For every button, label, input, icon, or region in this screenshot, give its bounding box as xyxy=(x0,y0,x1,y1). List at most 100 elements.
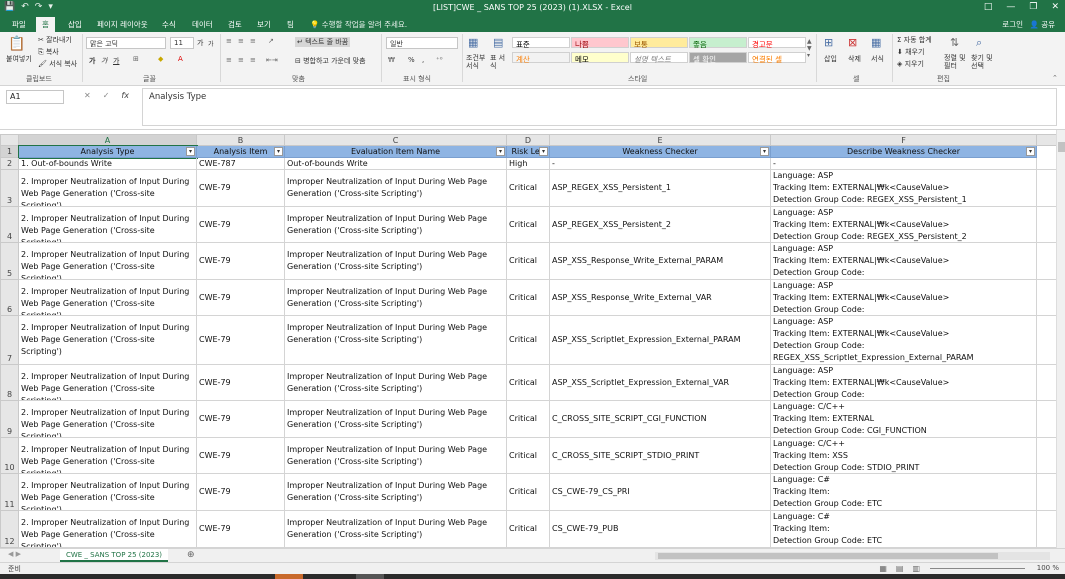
restore-icon[interactable]: ❐ xyxy=(1029,2,1037,12)
table-cell[interactable]: Improper Neutralization of Input During … xyxy=(285,438,507,474)
row-header[interactable]: 6 xyxy=(0,280,19,316)
table-cell[interactable]: Critical xyxy=(507,401,550,438)
row-header[interactable]: 5 xyxy=(0,243,19,280)
delete-cells-icon[interactable]: ⊠ xyxy=(848,36,857,49)
table-cell[interactable]: Critical xyxy=(507,438,550,474)
row-header[interactable]: 12 xyxy=(0,511,19,548)
fill-button[interactable]: ⬇ 채우기 xyxy=(897,47,924,57)
header-cell[interactable]: Risk Lev ▾ xyxy=(507,146,550,158)
border-icon[interactable]: ⊞ xyxy=(133,55,139,63)
font-color-icon[interactable]: A xyxy=(178,55,183,63)
tab-home[interactable]: 홈 xyxy=(36,17,55,32)
ribbon-display-icon[interactable]: □ xyxy=(984,2,993,12)
header-cell[interactable]: Weakness Checker ▾ xyxy=(550,146,771,158)
horizontal-scroll-thumb[interactable] xyxy=(658,553,998,559)
table-cell[interactable]: Language: ASP Tracking Item: EXTERNAL|₩k… xyxy=(771,207,1037,243)
table-cell[interactable]: Critical xyxy=(507,170,550,207)
currency-icon[interactable]: ₩ xyxy=(388,56,395,64)
sort-filter-button[interactable]: 정렬 및 필터 xyxy=(944,54,968,70)
table-cell[interactable]: - xyxy=(771,158,1037,170)
table-cell[interactable]: 2. Improper Neutralization of Input Duri… xyxy=(19,280,197,316)
row-header[interactable]: 2 xyxy=(0,158,19,170)
tab-team[interactable]: 팀 xyxy=(287,19,294,30)
table-cell[interactable]: 2. Improper Neutralization of Input Duri… xyxy=(19,511,197,548)
vertical-scrollbar[interactable] xyxy=(1056,130,1065,548)
filter-dropdown-icon[interactable]: ▾ xyxy=(1026,147,1035,156)
table-cell[interactable]: CWE-79 xyxy=(197,170,285,207)
horizontal-scrollbar[interactable] xyxy=(655,552,1050,560)
conditional-format-icon[interactable]: ▦ xyxy=(468,36,478,49)
fill-color-icon[interactable]: ◆ xyxy=(158,55,163,63)
sheet-nav-icon[interactable]: ◀ ▶ xyxy=(8,550,21,558)
table-cell[interactable]: CWE-79 xyxy=(197,243,285,280)
italic-button[interactable]: 가 xyxy=(101,56,107,66)
tab-page-layout[interactable]: 페이지 레이아웃 xyxy=(97,19,148,30)
table-cell[interactable]: Language: C# Tracking Item: Detection Gr… xyxy=(771,511,1037,548)
share-button[interactable]: 👤 공유 xyxy=(1029,19,1055,30)
underline-button[interactable]: 가 xyxy=(113,56,119,66)
insert-cells-button[interactable]: 삽입 xyxy=(824,54,837,64)
table-cell[interactable]: CWE-79 xyxy=(197,365,285,401)
header-cell[interactable]: Analysis Type ▾ xyxy=(18,145,198,159)
find-select-icon[interactable]: ⌕ xyxy=(976,36,982,50)
wrap-text-button[interactable]: ↵ 텍스트 줄 바꿈 xyxy=(295,37,351,47)
format-cells-icon[interactable]: ▦ xyxy=(871,36,881,49)
table-cell[interactable]: Critical xyxy=(507,511,550,548)
align-center-icon[interactable]: ≡ xyxy=(238,56,244,64)
table-cell[interactable]: C_CROSS_SITE_SCRIPT_STDIO_PRINT xyxy=(550,438,771,474)
table-cell[interactable]: Critical xyxy=(507,280,550,316)
tab-file[interactable]: 파일 xyxy=(12,19,26,30)
sort-filter-icon[interactable]: ⇅ xyxy=(950,36,959,49)
table-cell[interactable]: CWE-79 xyxy=(197,438,285,474)
paste-button[interactable]: 붙여넣기 xyxy=(6,54,32,64)
table-cell[interactable]: Improper Neutralization of Input During … xyxy=(285,280,507,316)
row-header[interactable]: 7 xyxy=(0,316,19,365)
style-linked-cell[interactable]: 연결된 셀 xyxy=(748,52,806,64)
tab-data[interactable]: 데이터 xyxy=(192,19,213,30)
comma-button[interactable]: , xyxy=(422,56,424,64)
formula-input[interactable]: Analysis Type xyxy=(142,88,1057,126)
table-cell[interactable]: CS_CWE-79_CS_PRI xyxy=(550,474,771,511)
filter-dropdown-icon[interactable]: ▾ xyxy=(760,147,769,156)
format-painter-button[interactable]: 🖌 서식 복사 xyxy=(38,59,77,69)
font-size-select[interactable]: 11 xyxy=(170,37,194,49)
table-cell[interactable]: CWE-79 xyxy=(197,316,285,365)
table-cell[interactable]: Critical xyxy=(507,243,550,280)
table-cell[interactable]: CWE-79 xyxy=(197,280,285,316)
table-cell[interactable]: CWE-787 xyxy=(197,158,285,170)
zoom-slider[interactable] xyxy=(930,568,1025,569)
table-cell[interactable]: ASP_REGEX_XSS_Persistent_1 xyxy=(550,170,771,207)
table-cell[interactable]: Improper Neutralization of Input During … xyxy=(285,207,507,243)
row-header[interactable]: 9 xyxy=(0,401,19,438)
select-all-corner[interactable] xyxy=(0,134,19,146)
format-table-button[interactable]: 표 서식 xyxy=(490,54,506,70)
table-cell[interactable]: Improper Neutralization of Input During … xyxy=(285,511,507,548)
header-cell[interactable]: Describe Weakness Checker ▾ xyxy=(771,146,1037,158)
column-header-b[interactable]: B xyxy=(197,134,285,146)
tell-me-search[interactable]: 💡 수행할 작업을 알려 주세요. xyxy=(310,19,407,30)
minimize-icon[interactable]: — xyxy=(1006,2,1015,12)
style-good[interactable]: 좋음 xyxy=(689,37,747,49)
style-note[interactable]: 메모 xyxy=(571,52,629,64)
column-header-d[interactable]: D xyxy=(507,134,550,146)
tab-insert[interactable]: 삽입 xyxy=(68,19,82,30)
cut-button[interactable]: ✂ 잘라내기 xyxy=(38,35,72,45)
style-calculation[interactable]: 계산 xyxy=(512,52,570,64)
table-cell[interactable]: Language: C# Tracking Item: Detection Gr… xyxy=(771,474,1037,511)
column-header-e[interactable]: E xyxy=(550,134,771,146)
table-cell[interactable]: Improper Neutralization of Input During … xyxy=(285,316,507,365)
table-cell[interactable]: CS_CWE-79_PUB xyxy=(550,511,771,548)
row-header[interactable]: 4 xyxy=(0,207,19,243)
filter-dropdown-icon[interactable]: ▾ xyxy=(186,147,195,156)
filter-dropdown-icon[interactable]: ▾ xyxy=(539,147,548,156)
align-top-icon[interactable]: ≡ xyxy=(226,37,232,45)
shrink-font-button[interactable]: 가 xyxy=(208,39,214,48)
format-table-icon[interactable]: ▤ xyxy=(493,36,503,49)
collapse-ribbon-icon[interactable]: ⌃ xyxy=(1052,74,1058,82)
table-cell[interactable]: 2. Improper Neutralization of Input Duri… xyxy=(19,438,197,474)
merge-center-button[interactable]: ⊟ 병합하고 가운데 맞춤 xyxy=(295,56,366,66)
orientation-icon[interactable]: ↗ xyxy=(268,37,274,45)
row-header[interactable]: 11 xyxy=(0,474,19,511)
header-cell[interactable]: Evaluation Item Name ▾ xyxy=(285,146,507,158)
row-header[interactable]: 3 xyxy=(0,170,19,207)
